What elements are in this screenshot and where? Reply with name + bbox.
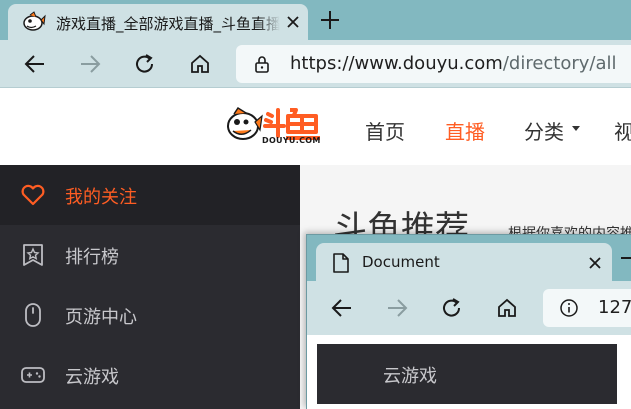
logo-subtext: DOUYU.COM [262,136,321,145]
refresh-icon[interactable] [133,52,157,76]
back-icon[interactable] [23,52,47,76]
nav-item-video[interactable]: 视 [614,116,631,145]
home-icon[interactable] [188,52,212,76]
refresh-icon[interactable] [440,296,464,320]
popup-browser-window[interactable]: Document 127.0 [306,234,631,409]
sidebar-item-follow[interactable]: 我的关注 [0,165,300,225]
sidebar: 我的关注 排行榜 页游中心 云游戏 [0,165,300,409]
heart-icon [21,184,45,206]
popup-page: 云游戏 [307,335,631,409]
document-icon [333,253,349,273]
url-path: /directory/all [502,53,617,74]
address-bar[interactable]: https://www.douyu.com/directory/all [236,45,631,83]
home-icon[interactable] [495,296,519,320]
close-icon[interactable] [588,256,602,270]
browser-tab[interactable]: 游戏直播_全部游戏直播_斗鱼直播 [8,4,308,40]
gamepad-icon [21,367,45,383]
chevron-down-icon [572,126,580,131]
popup-block-label: 云游戏 [383,366,437,387]
ranking-icon [23,244,43,266]
url-host: https://www.douyu.com [290,53,503,74]
close-icon[interactable] [285,14,301,30]
sidebar-item-label: 页游中心 [65,307,137,328]
nav-item-categories[interactable]: 分类 [524,116,564,145]
sidebar-item-label: 我的关注 [65,187,137,208]
mouse-icon [25,303,41,327]
nav-item-home[interactable]: 首页 [365,116,405,145]
back-icon[interactable] [330,296,354,320]
sidebar-item-label: 云游戏 [65,367,119,388]
douyu-fish-icon [23,11,46,31]
site-header: DOUYU.COM 首页 直播 分类 视 [0,88,631,165]
popup-tab-title: Document [362,253,440,271]
sidebar-item-ranking[interactable]: 排行榜 [0,225,300,285]
tab-title: 游戏直播_全部游戏直播_斗鱼直播 [56,13,280,34]
sidebar-item-label: 排行榜 [65,247,119,268]
sidebar-item-webgames[interactable]: 页游中心 [0,285,300,345]
popup-cloudgame-block[interactable]: 云游戏 [317,344,617,404]
lock-icon[interactable] [252,54,272,74]
popup-url-text: 127.0 [598,297,631,318]
browser-tabstrip: 游戏直播_全部游戏直播_斗鱼直播 [0,0,631,40]
forward-icon[interactable] [385,296,409,320]
new-tab-icon[interactable] [318,8,342,32]
forward-icon[interactable] [78,52,102,76]
popup-address-bar[interactable]: 127.0 [543,289,631,327]
sidebar-item-cloudgames[interactable]: 云游戏 [0,345,300,405]
popup-tab[interactable]: Document [316,243,612,281]
url-text: https://www.douyu.com/directory/all [290,53,617,74]
popup-toolbar: 127.0 [307,281,631,335]
new-tab-icon[interactable] [621,257,631,259]
info-icon[interactable] [559,298,579,318]
popup-tabstrip: Document [307,235,631,281]
browser-toolbar: https://www.douyu.com/directory/all [0,40,631,88]
nav-item-live[interactable]: 直播 [445,116,485,145]
